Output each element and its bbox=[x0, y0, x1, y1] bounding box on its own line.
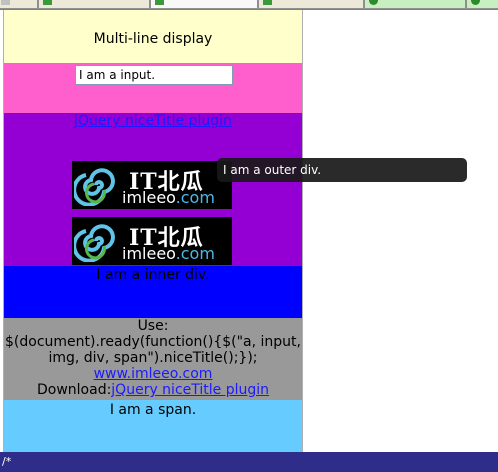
usage-div[interactable]: Use: $(document).ready(function(){$("a, … bbox=[4, 318, 302, 400]
tooltip-text: I am a outer div. bbox=[223, 163, 322, 177]
refresh-icon bbox=[471, 0, 480, 5]
inner-div[interactable]: I am a inner div. bbox=[4, 266, 302, 318]
jquery-nicetitle-link[interactable]: jQuery niceTitle plugin bbox=[4, 113, 302, 129]
inner-div-text: I am a inner div. bbox=[96, 267, 210, 283]
nicetitle-tooltip: I am a outer div. bbox=[217, 158, 467, 182]
outer-div[interactable]: jQuery niceTitle plugin IT北瓜 imleeo.com … bbox=[4, 113, 302, 266]
download-link[interactable]: jQuery niceTitle plugin bbox=[111, 382, 269, 398]
multi-line-display-div[interactable]: Multi-line display bbox=[4, 10, 302, 63]
browser-tab-active[interactable] bbox=[150, 0, 258, 9]
browser-tab[interactable] bbox=[258, 0, 364, 9]
usage-code: $(document).ready(function(){$("a, input… bbox=[5, 334, 301, 366]
browser-tab[interactable] bbox=[0, 0, 38, 9]
page-icon bbox=[155, 0, 164, 5]
logo-domain-text: imleeo.com bbox=[122, 188, 215, 207]
page-icon bbox=[263, 0, 272, 5]
swirl-logo-icon bbox=[74, 168, 115, 206]
site-logo-image[interactable]: IT北瓜 imleeo.com bbox=[72, 161, 232, 209]
status-bar: /* bbox=[0, 452, 498, 472]
demo-text-input[interactable] bbox=[75, 65, 233, 85]
page-icon bbox=[1, 0, 10, 5]
span-text[interactable]: I am a span. bbox=[4, 402, 302, 418]
refresh-icon bbox=[369, 0, 378, 5]
span-div[interactable]: I am a span. bbox=[4, 400, 302, 452]
swirl-logo-icon bbox=[74, 224, 115, 262]
page-icon bbox=[43, 0, 52, 5]
input-div[interactable] bbox=[4, 63, 302, 113]
browser-tab[interactable] bbox=[38, 0, 150, 9]
browser-tab[interactable] bbox=[364, 0, 466, 9]
site-logo-image[interactable]: IT北瓜 imleeo.com bbox=[72, 217, 232, 265]
browser-tab[interactable] bbox=[466, 0, 498, 9]
logo-domain-text: imleeo.com bbox=[122, 244, 215, 263]
download-label: Download: bbox=[36, 382, 112, 398]
multi-line-display-text: Multi-line display bbox=[93, 31, 213, 47]
usage-label: Use: bbox=[137, 318, 169, 334]
demo-page: Multi-line display jQuery niceTitle plug… bbox=[3, 10, 303, 452]
status-text: /* bbox=[2, 455, 12, 468]
site-link[interactable]: www.imleeo.com bbox=[94, 366, 213, 382]
browser-tab-strip bbox=[0, 0, 498, 10]
